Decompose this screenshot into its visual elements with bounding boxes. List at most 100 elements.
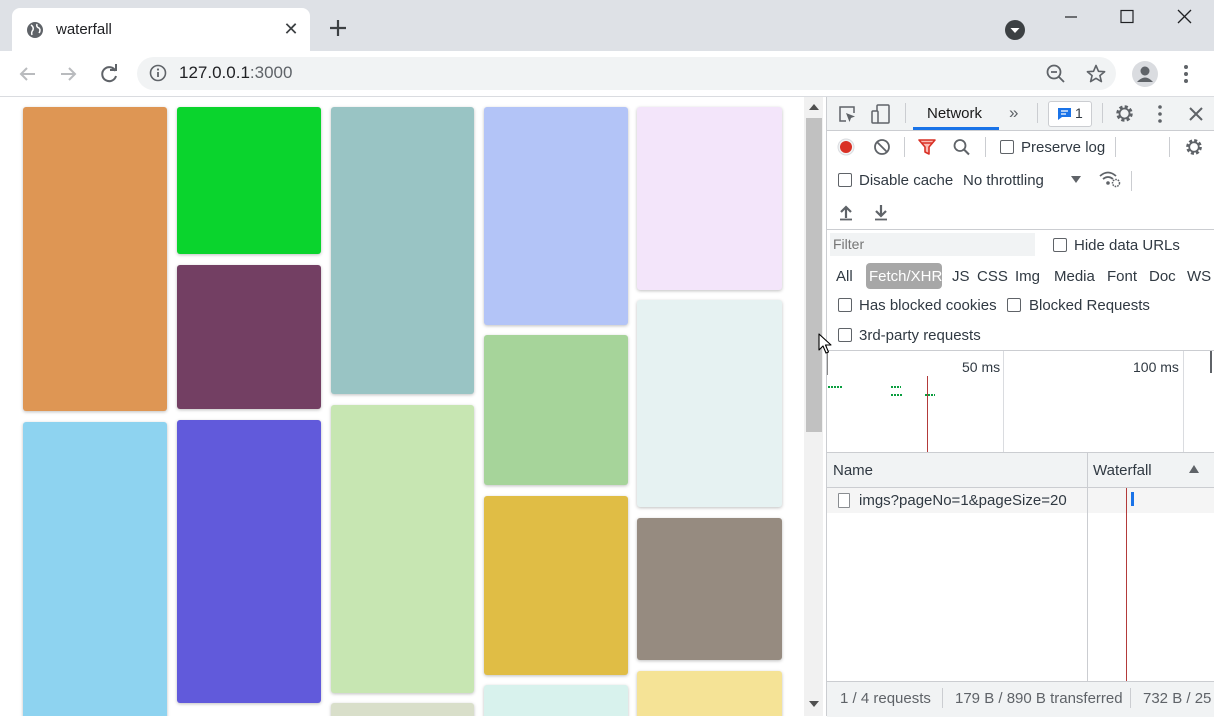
settings-gear-icon[interactable] [1114, 103, 1135, 124]
waterfall-tile [484, 496, 628, 675]
request-waterfall-bar [1131, 492, 1134, 506]
request-name[interactable]: imgs?pageNo=1&pageSize=20 [859, 492, 1067, 509]
filter-input[interactable] [833, 235, 1031, 253]
inspect-element-icon[interactable] [837, 104, 857, 124]
hide-data-urls-checkbox[interactable] [1053, 238, 1067, 252]
profile-avatar-icon[interactable] [1131, 60, 1159, 88]
url-host: 127.0.0.1 [179, 63, 250, 82]
status-requests: 1 / 4 requests [840, 690, 931, 707]
timeline-handle[interactable] [1210, 351, 1212, 373]
column-header-waterfall[interactable]: Waterfall [1093, 462, 1152, 479]
preserve-log-checkbox[interactable] [1000, 140, 1014, 154]
new-tab-icon[interactable] [326, 16, 350, 40]
message-icon [1058, 108, 1071, 120]
import-har-icon[interactable] [838, 203, 854, 221]
tab-network[interactable]: Network [927, 105, 982, 122]
waterfall-tile [637, 300, 782, 507]
reload-icon[interactable] [96, 61, 122, 87]
hide-data-urls-label: Hide data URLs [1074, 237, 1180, 254]
timeline-activity-bar [828, 386, 842, 388]
zoom-out-icon[interactable] [1045, 63, 1067, 85]
waterfall-tile [484, 335, 628, 485]
back-arrow-icon[interactable] [15, 61, 41, 87]
window-close-icon[interactable] [1164, 6, 1204, 30]
timeline-overview[interactable]: 50 ms 100 ms [827, 351, 1214, 452]
type-filter-ws[interactable]: WS [1187, 268, 1211, 286]
type-filter-doc[interactable]: Doc [1149, 268, 1176, 286]
separator [904, 137, 905, 157]
issues-button[interactable]: 1 [1048, 101, 1092, 127]
waterfall-tile [23, 107, 167, 411]
browser-menu-icon[interactable] [1176, 63, 1196, 85]
close-tab-icon[interactable]: ✕ [280, 18, 302, 40]
throttling-select[interactable]: No throttling [963, 172, 1044, 189]
blocked-requests-checkbox[interactable] [1007, 298, 1021, 312]
waterfall-tile [177, 420, 321, 703]
type-filter-img[interactable]: Img [1015, 268, 1040, 286]
divider [827, 229, 1214, 230]
issues-count: 1 [1075, 105, 1083, 121]
disable-cache-label: Disable cache [859, 172, 954, 189]
tab-search-icon[interactable] [1004, 19, 1026, 41]
bookmark-star-icon[interactable] [1085, 63, 1107, 85]
type-filter-fetch-xhr[interactable]: Fetch/XHR [869, 268, 942, 286]
sort-ascending-icon[interactable] [1189, 465, 1199, 473]
type-filter-js[interactable]: JS [952, 268, 970, 286]
timeline-tick-label: 50 ms [962, 359, 1001, 375]
has-blocked-cookies-checkbox[interactable] [838, 298, 852, 312]
mouse-cursor-icon [818, 333, 832, 354]
blocked-requests-label: Blocked Requests [1029, 297, 1150, 314]
export-har-icon[interactable] [873, 203, 889, 221]
page-viewport [1, 97, 803, 716]
has-blocked-cookies-label: Has blocked cookies [859, 297, 997, 314]
devtools-menu-icon[interactable] [1151, 104, 1169, 124]
separator [1169, 137, 1170, 157]
clear-icon[interactable] [873, 138, 891, 156]
column-header-name[interactable]: Name [833, 462, 873, 479]
browser-tab[interactable]: waterfall ✕ [12, 8, 310, 51]
separator [985, 137, 986, 157]
status-resources: 732 B / 25 [1143, 690, 1212, 707]
filter-funnel-icon[interactable] [917, 138, 937, 156]
type-filter-css[interactable]: CSS [977, 268, 1008, 286]
scrollbar-thumb[interactable] [806, 118, 822, 432]
throttling-dropdown-icon[interactable] [1071, 176, 1081, 183]
scroll-up-arrow-icon[interactable] [809, 104, 819, 110]
separator [1037, 103, 1038, 123]
type-filter-all[interactable]: All [836, 268, 853, 286]
status-transferred: 179 B / 890 B transferred [955, 690, 1123, 707]
column-divider [1087, 453, 1088, 681]
timeline-gridline [1003, 351, 1004, 452]
waterfall-tile [637, 518, 782, 660]
network-settings-gear-icon[interactable] [1184, 137, 1204, 157]
site-info-icon[interactable] [149, 64, 167, 82]
waterfall-tile [331, 107, 474, 394]
more-tabs-icon[interactable]: » [1009, 103, 1018, 123]
load-event-line [927, 376, 928, 452]
waterfall-tile [484, 107, 628, 325]
disable-cache-checkbox[interactable] [838, 173, 852, 187]
close-devtools-icon[interactable] [1187, 105, 1205, 123]
device-toolbar-icon[interactable] [870, 103, 892, 125]
third-party-requests-checkbox[interactable] [838, 328, 852, 342]
maximize-icon[interactable] [1107, 6, 1147, 30]
timeline-gridline [1183, 351, 1184, 452]
minimize-icon[interactable] [1051, 6, 1091, 30]
type-filter-font[interactable]: Font [1107, 268, 1137, 286]
requests-table-header [827, 453, 1214, 488]
separator [1130, 688, 1131, 708]
waterfall-tile [637, 671, 782, 716]
preserve-log-label: Preserve log [1021, 139, 1106, 156]
search-icon[interactable] [952, 138, 972, 156]
load-event-line [1126, 488, 1127, 681]
file-icon [838, 493, 850, 508]
tab-title: waterfall [56, 21, 112, 38]
scroll-down-arrow-icon[interactable] [809, 701, 819, 707]
type-filter-media[interactable]: Media [1054, 268, 1095, 286]
forward-arrow-icon[interactable] [55, 61, 81, 87]
waterfall-tile [637, 107, 782, 290]
record-icon[interactable] [837, 138, 855, 156]
separator [1102, 103, 1103, 123]
network-conditions-wifi-icon[interactable] [1099, 170, 1121, 188]
waterfall-tile [484, 685, 628, 716]
